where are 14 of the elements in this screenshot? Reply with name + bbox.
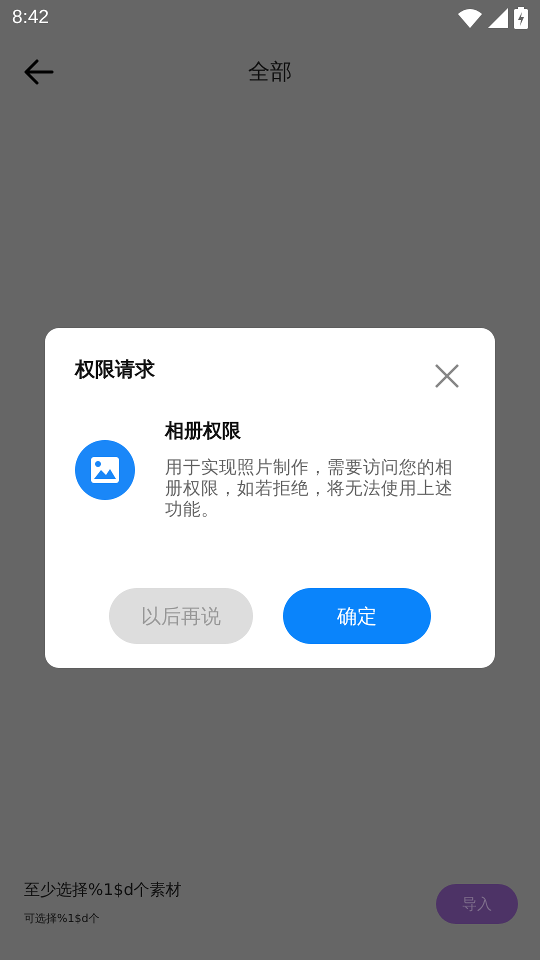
close-icon[interactable] [435,364,459,388]
status-time: 8:42 [12,7,49,29]
battery-icon [514,7,528,29]
dialog-title: 权限请求 [75,356,155,383]
confirm-button[interactable]: 确定 [283,588,431,644]
selection-hint: 至少选择%1$d个素材 [24,880,182,901]
permission-title: 相册权限 [165,419,242,444]
signal-icon [488,8,508,28]
permission-description: 用于实现照片制作，需要访问您的相册权限，如若拒绝，将无法使用上述功能。 [165,458,454,521]
back-arrow-icon[interactable] [24,59,54,85]
later-button[interactable]: 以后再说 [109,588,253,644]
wifi-icon [458,8,482,28]
page-title: 全部 [248,60,292,85]
selection-count: 可选择%1$d个 [24,911,100,926]
